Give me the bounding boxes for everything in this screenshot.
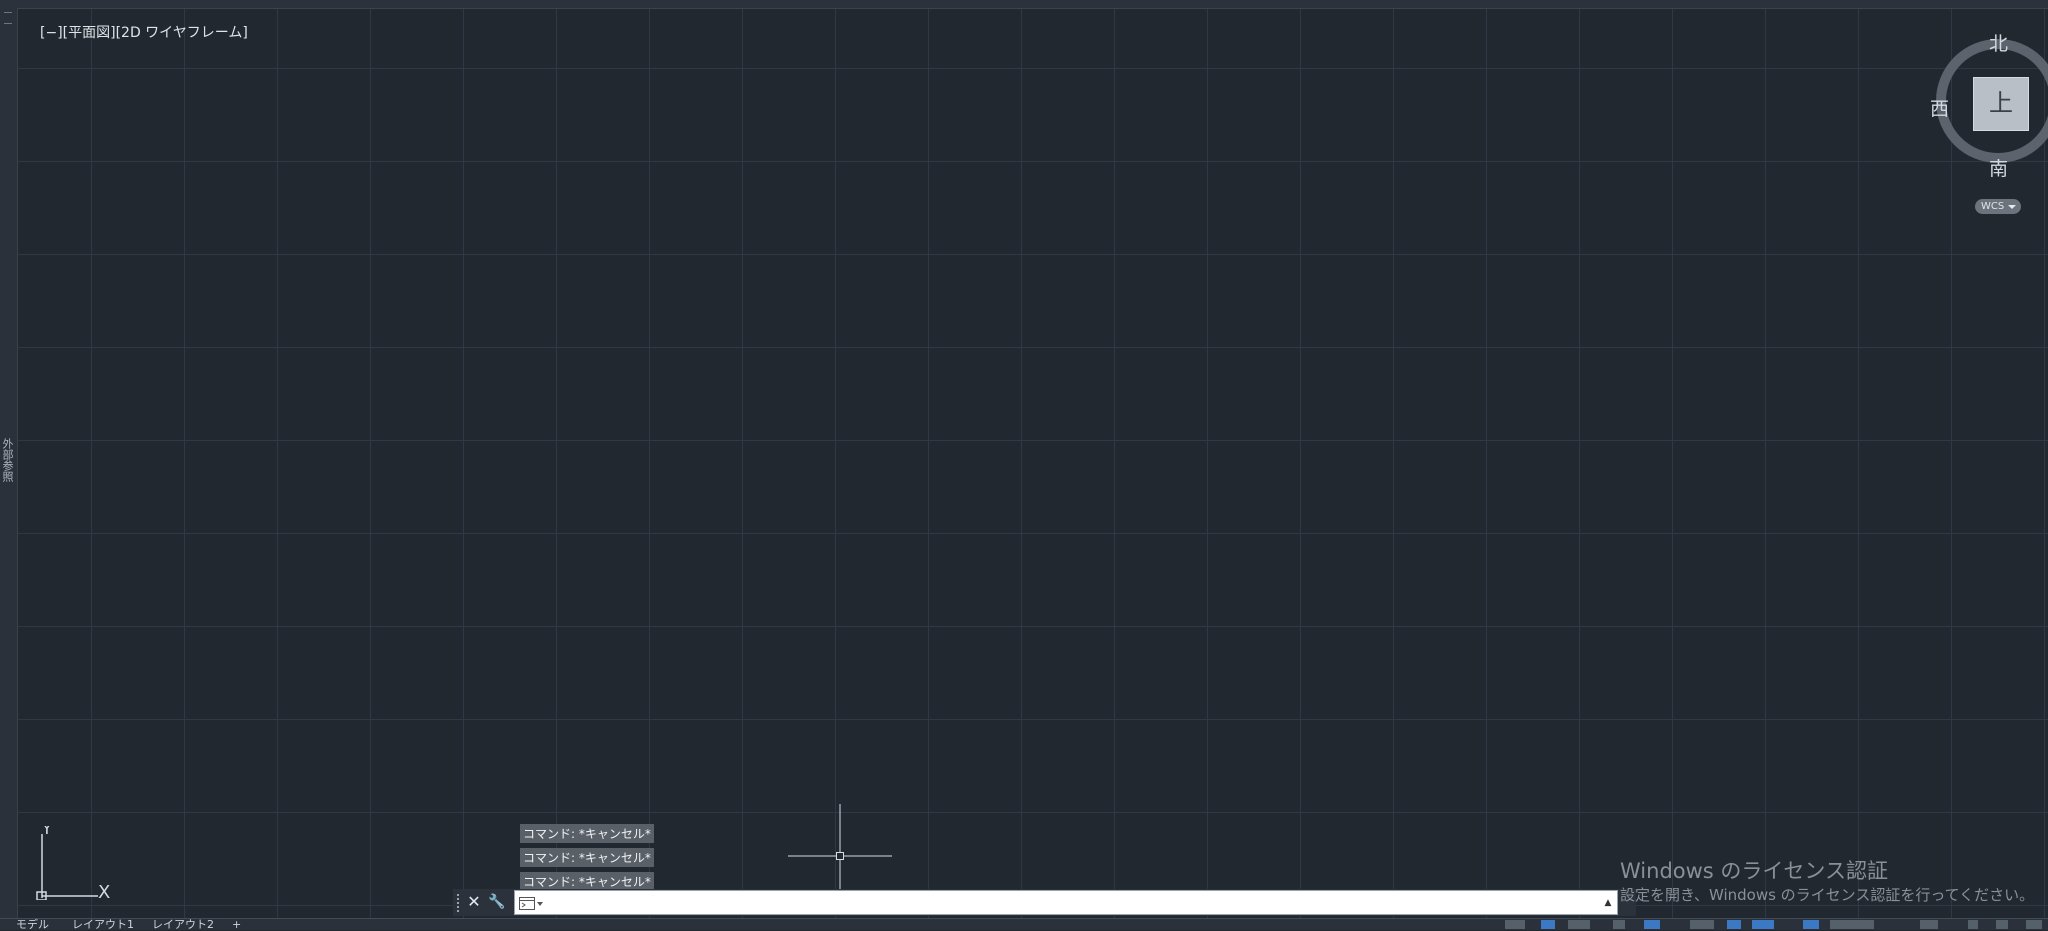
- history-line: コマンド: *キャンセル*: [520, 848, 654, 867]
- polar-toggle-icon[interactable]: [1644, 920, 1660, 929]
- osnap-toggle-icon[interactable]: [1752, 920, 1774, 929]
- grid-toggle-icon[interactable]: [1541, 920, 1555, 929]
- annotation-visibility-icon[interactable]: [1803, 920, 1819, 929]
- drawing-canvas[interactable]: [−][平面図][2D ワイヤフレーム] 上 北 南 西 東 WCS: [18, 9, 2048, 918]
- xref-palette-tab[interactable]: 外部参照: [1, 438, 15, 508]
- ucs-y-label: Y: [41, 826, 52, 838]
- wcs-menu-button[interactable]: WCS: [1975, 199, 2021, 214]
- gear-icon[interactable]: [1920, 920, 1938, 929]
- ucs-x-label: X: [98, 882, 110, 900]
- wrench-icon[interactable]: 🔧: [487, 892, 507, 912]
- ortho-toggle-icon[interactable]: [1613, 920, 1625, 929]
- compass-south[interactable]: 南: [1989, 154, 2008, 181]
- model-space-toggle[interactable]: [1505, 920, 1525, 929]
- isolate-objects-icon[interactable]: [1996, 920, 2008, 929]
- command-line-bar: ✕ 🔧 ▲: [453, 889, 1636, 916]
- command-history: コマンド: *キャンセル* コマンド: *キャンセル* コマンド: *キャンセル…: [520, 824, 654, 896]
- activation-watermark-subtitle: 設定を開き、Windows のライセンス認証を行ってください。: [1620, 886, 2035, 904]
- compass-west[interactable]: 西: [1930, 94, 1949, 121]
- viewcube[interactable]: 上 北 南 西 東 WCS: [1918, 29, 2048, 219]
- chevron-up-icon[interactable]: ▲: [1601, 894, 1615, 912]
- isodraft-toggle-icon[interactable]: [1690, 920, 1714, 929]
- status-bar: モデル レイアウト1 レイアウト2 +: [0, 918, 2048, 930]
- command-input[interactable]: ▲: [514, 890, 1618, 915]
- ucs-icon: Y X: [36, 826, 110, 900]
- palette-grip-icon[interactable]: [4, 12, 12, 24]
- title-strip: [0, 0, 2048, 9]
- viewcube-top-face[interactable]: 上: [1973, 77, 2029, 131]
- left-palette-strip: 外部参照: [0, 8, 18, 918]
- command-prompt-icon[interactable]: [519, 897, 543, 911]
- snap-toggle-icon[interactable]: [1568, 920, 1590, 929]
- close-icon[interactable]: ✕: [464, 892, 484, 912]
- osnap-tracking-toggle-icon[interactable]: [1727, 920, 1741, 929]
- plus-icon[interactable]: [1968, 920, 1978, 929]
- compass-north[interactable]: 北: [1989, 29, 2008, 56]
- customize-menu-icon[interactable]: [2026, 920, 2042, 929]
- activation-watermark-title: Windows のライセンス認証: [1620, 859, 1888, 883]
- history-line: コマンド: *キャンセル*: [520, 824, 654, 843]
- annotation-scale-icon[interactable]: [1830, 920, 1874, 929]
- viewport-controls-label[interactable]: [−][平面図][2D ワイヤフレーム]: [40, 22, 248, 42]
